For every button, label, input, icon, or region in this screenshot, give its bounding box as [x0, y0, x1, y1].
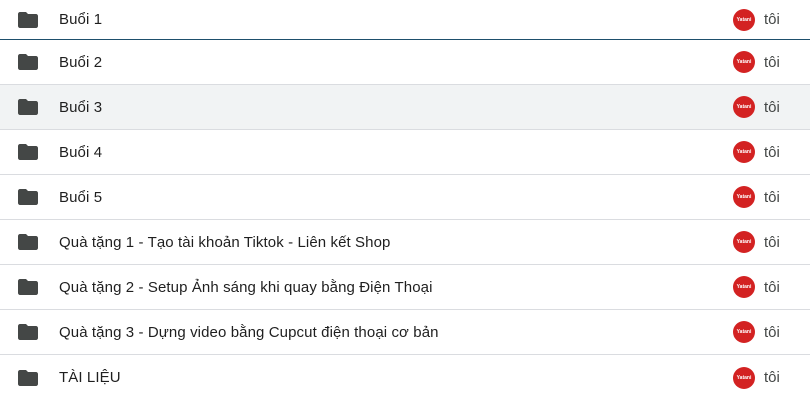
owner-label: tôi [764, 188, 780, 206]
folder-name: TÀI LIỆU [59, 369, 121, 386]
folder-icon [16, 230, 40, 254]
owner: Yatani tôi [733, 321, 780, 343]
folder-name: Buổi 1 [59, 11, 103, 28]
owner-label: tôi [764, 53, 780, 71]
owner: Yatani tôi [733, 231, 780, 253]
folder-row[interactable]: Quà tặng 3 - Dựng video bằng Cupcut điện… [0, 310, 810, 355]
folder-name: Quà tặng 2 - Setup Ảnh sáng khi quay bằn… [59, 278, 433, 296]
folder-name: Buổi 4 [59, 143, 103, 161]
owner-avatar[interactable]: Yatani [733, 366, 755, 389]
folder-icon [16, 366, 40, 390]
folder-row[interactable]: Quà tặng 2 - Setup Ảnh sáng khi quay bằn… [0, 265, 810, 310]
file-list: Buổi 1 Yatani tôi Buổi 2 Yatani tôi Buổi… [0, 0, 810, 400]
folder-row[interactable]: Buổi 5 Yatani tôi [0, 175, 810, 220]
folder-name: Quà tặng 3 - Dựng video bằng Cupcut điện… [59, 323, 439, 341]
owner-avatar[interactable]: Yatani [733, 96, 755, 118]
owner: Yatani tôi [733, 96, 780, 118]
owner: Yatani tôi [733, 51, 780, 73]
folder-name: Buổi 3 [59, 98, 103, 116]
owner: Yatani tôi [733, 8, 780, 31]
owner: Yatani tôi [733, 276, 780, 298]
folder-row[interactable]: Buổi 4 Yatani tôi [0, 130, 810, 175]
folder-name: Quà tặng 1 - Tạo tài khoản Tiktok - Liên… [59, 233, 391, 251]
owner-label: tôi [764, 323, 780, 341]
folder-icon [16, 275, 40, 299]
folder-icon [16, 95, 40, 119]
owner-avatar[interactable]: Yatani [733, 231, 755, 253]
owner-label: tôi [764, 11, 780, 28]
owner: Yatani tôi [733, 366, 780, 389]
folder-name: Buổi 2 [59, 53, 103, 71]
owner-label: tôi [764, 98, 780, 116]
owner: Yatani tôi [733, 186, 780, 208]
folder-row[interactable]: TÀI LIỆU Yatani tôi [0, 355, 810, 400]
folder-name: Buổi 5 [59, 188, 103, 206]
folder-row[interactable]: Buổi 3 Yatani tôi [0, 85, 810, 130]
folder-row[interactable]: Buổi 2 Yatani tôi [0, 40, 810, 85]
folder-icon [16, 320, 40, 344]
owner-label: tôi [764, 369, 780, 386]
folder-row[interactable]: Buổi 1 Yatani tôi [0, 0, 810, 40]
owner-avatar[interactable]: Yatani [733, 8, 755, 31]
folder-icon [16, 50, 40, 74]
owner-avatar[interactable]: Yatani [733, 186, 755, 208]
owner: Yatani tôi [733, 141, 780, 163]
folder-icon [16, 140, 40, 164]
owner-avatar[interactable]: Yatani [733, 276, 755, 298]
owner-label: tôi [764, 233, 780, 251]
folder-icon [16, 8, 40, 32]
folder-icon [16, 185, 40, 209]
owner-avatar[interactable]: Yatani [733, 51, 755, 73]
folder-row[interactable]: Quà tặng 1 - Tạo tài khoản Tiktok - Liên… [0, 220, 810, 265]
owner-label: tôi [764, 278, 780, 296]
owner-label: tôi [764, 143, 780, 161]
owner-avatar[interactable]: Yatani [733, 141, 755, 163]
owner-avatar[interactable]: Yatani [733, 321, 755, 343]
